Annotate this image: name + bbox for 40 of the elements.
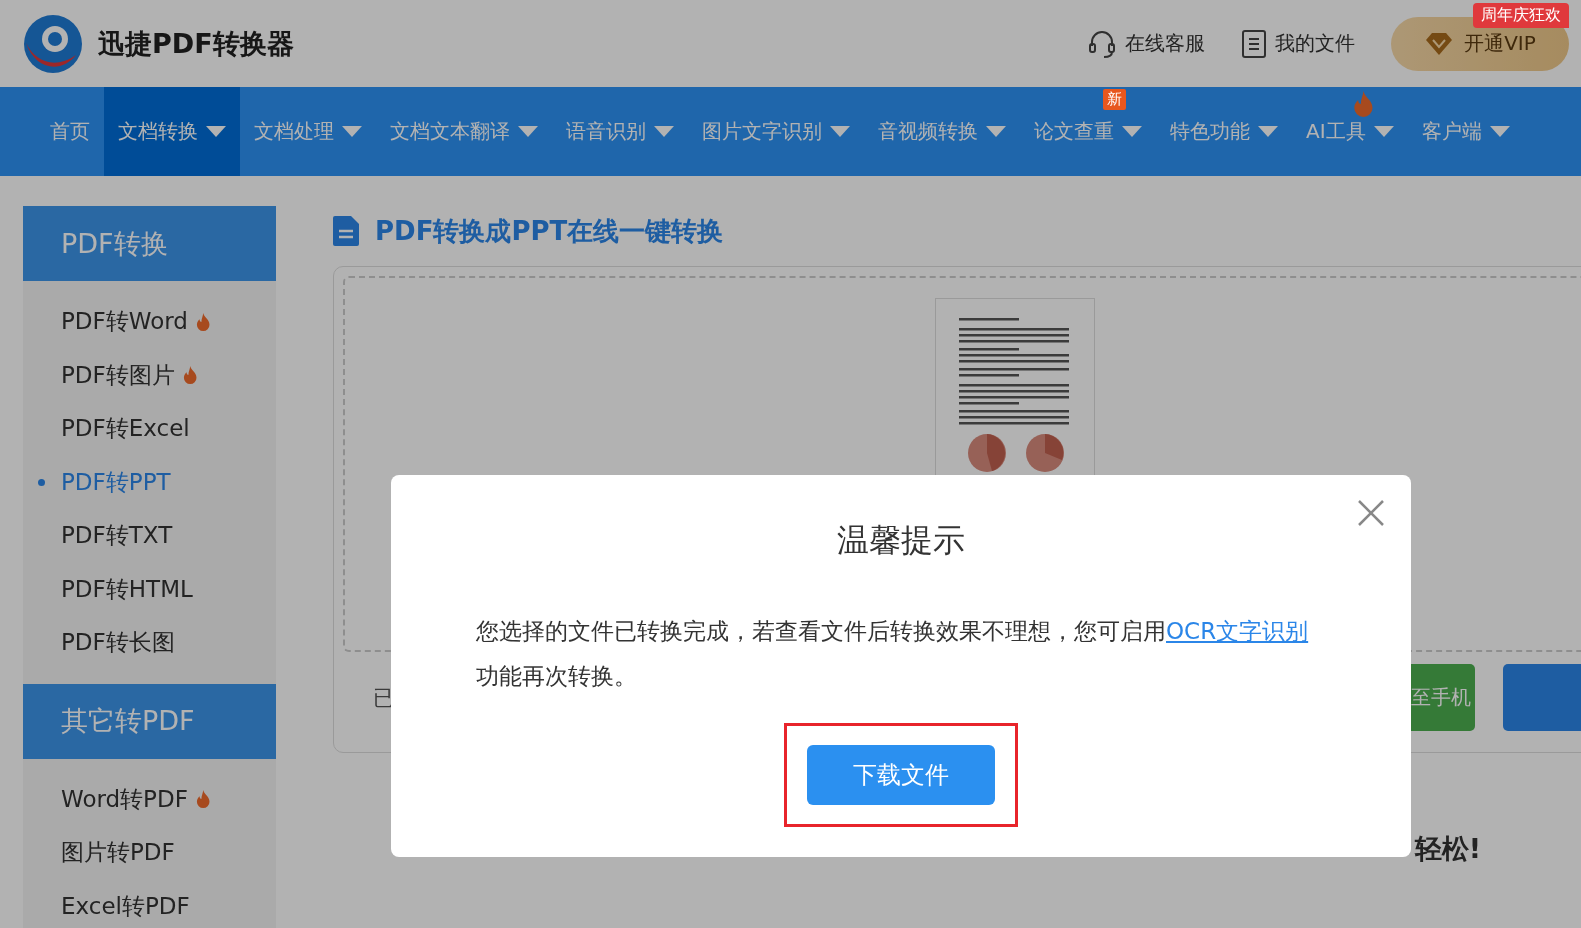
nav-item[interactable]: 文档处理 <box>240 113 376 150</box>
sidebar-item[interactable]: Word转PDF <box>23 772 276 826</box>
sidebar-heading: 其它转PDF <box>23 683 276 759</box>
sidebar-item[interactable]: PDF转Excel <box>23 402 276 456</box>
sidebar-item[interactable]: PDF转PPT <box>23 455 276 509</box>
ocr-link[interactable]: OCR文字识别 <box>1166 618 1309 644</box>
bullet-icon <box>38 478 45 486</box>
page-title: PDF转换成PPT在线一键转换 <box>375 214 724 248</box>
nav-item[interactable]: 特色功能 <box>1156 113 1292 150</box>
document-icon <box>333 216 359 246</box>
nav-item[interactable]: 图片文字识别 <box>688 113 864 150</box>
sidebar-item[interactable]: PDF转图片 <box>23 348 276 402</box>
nav-item[interactable]: 音视频转换 <box>864 113 1020 150</box>
sidebar-item[interactable]: PDF转TXT <box>23 509 276 563</box>
promo-badge: 周年庆狂欢 <box>1473 2 1569 28</box>
sidebar-item[interactable]: Excel转PDF <box>23 879 276 928</box>
nav-item[interactable]: 文档文本翻译 <box>376 113 552 150</box>
header-link[interactable]: 我的文件 <box>1241 28 1355 59</box>
diamond-icon <box>1424 31 1455 56</box>
tip-text: 轻松! <box>1414 832 1481 866</box>
download-button[interactable]: 下载文件 <box>807 745 995 805</box>
nav-item[interactable]: 客户端 <box>1407 113 1524 150</box>
brand-name: 迅捷PDF转换器 <box>98 26 294 61</box>
sidebar-item[interactable]: PDF转Word <box>23 295 276 349</box>
nav-item[interactable]: AI工具 <box>1292 113 1408 150</box>
nav-item[interactable]: 论文查重 <box>1020 113 1156 150</box>
nav-item[interactable]: 文档转换 <box>104 87 240 176</box>
sidebar-item[interactable]: 图片转PDF <box>23 826 276 880</box>
dialog-message: 您选择的文件已转换完成，若查看文件后转换效果不理想，您可启用OCR文字识别 功能再次转换。 <box>476 617 1310 691</box>
document-icon <box>1241 28 1267 59</box>
dialog-title: 温馨提示 <box>837 520 965 561</box>
sidebar-item[interactable]: PDF转长图 <box>23 616 276 670</box>
headset-icon <box>1087 28 1117 59</box>
nav-item[interactable]: 语音识别 <box>552 113 688 150</box>
nav-item[interactable]: 首页 <box>36 113 104 150</box>
logo-icon <box>22 12 84 75</box>
sidebar-heading: PDF转换 <box>23 206 276 281</box>
sidebar-item[interactable]: PDF转HTML <box>23 562 276 616</box>
new-badge: 新 <box>1103 89 1126 110</box>
header-link[interactable]: 在线客服 <box>1087 28 1205 59</box>
